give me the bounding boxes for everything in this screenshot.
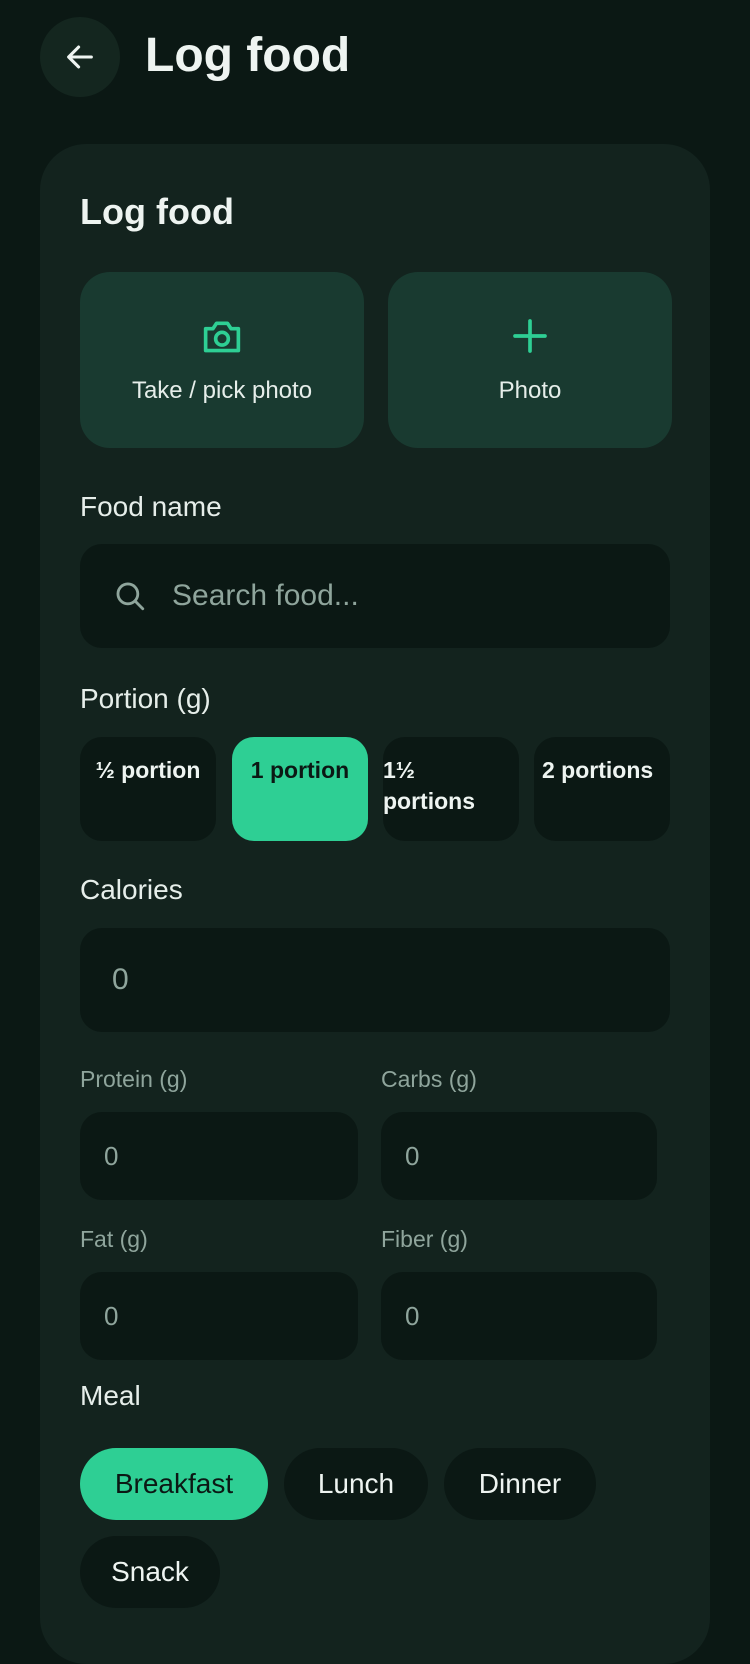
fat-field[interactable]: 0 (80, 1272, 358, 1360)
meal-snack-chip[interactable]: Snack (80, 1536, 220, 1608)
fiber-field[interactable]: 0 (381, 1272, 657, 1360)
arrow-left-icon (67, 45, 93, 69)
page-title: Log food (145, 29, 351, 82)
protein-value: 0 (104, 1140, 119, 1171)
fat-label: Fat (g) (80, 1226, 148, 1252)
food-name-label: Food name (80, 491, 222, 522)
add-photo-button[interactable]: Photo (388, 272, 672, 448)
back-button[interactable] (40, 17, 120, 97)
add-photo-label: Photo (498, 377, 562, 404)
portion-one-half-button[interactable]: 1½ portions (383, 737, 519, 841)
portion-two-button[interactable]: 2 portions (534, 737, 670, 841)
portion-half-button[interactable]: ½ portion (80, 737, 216, 841)
fat-value: 0 (104, 1300, 119, 1331)
carbs-label: Carbs (g) (381, 1066, 477, 1092)
log-food-card: Log food Take / pick photo Photo Food na… (40, 144, 710, 1664)
fiber-label: Fiber (g) (381, 1226, 468, 1252)
plus-icon (513, 319, 547, 353)
food-search-field[interactable] (80, 544, 670, 648)
top-bar: Log food (0, 0, 750, 120)
fiber-value: 0 (405, 1300, 420, 1331)
search-icon (116, 582, 145, 611)
meal-breakfast-chip[interactable]: Breakfast (80, 1448, 268, 1520)
portion-one-button[interactable]: 1 portion (232, 737, 368, 841)
take-photo-button[interactable]: Take / pick photo (80, 272, 364, 448)
protein-label: Protein (g) (80, 1066, 188, 1092)
carbs-field[interactable]: 0 (381, 1112, 657, 1200)
meal-label: Meal (80, 1380, 141, 1411)
portion-one-half-label: 1½ portions (383, 757, 475, 814)
calories-label: Calories (80, 874, 183, 905)
camera-icon (203, 321, 241, 353)
meal-dinner-chip[interactable]: Dinner (444, 1448, 596, 1520)
calories-field[interactable]: 0 (80, 928, 670, 1032)
take-photo-label: Take / pick photo (131, 377, 313, 404)
portion-label: Portion (g) (80, 683, 211, 714)
calories-value: 0 (112, 963, 129, 996)
card-title: Log food (80, 191, 234, 232)
meal-lunch-chip[interactable]: Lunch (284, 1448, 428, 1520)
search-input[interactable] (170, 578, 610, 614)
protein-field[interactable]: 0 (80, 1112, 358, 1200)
carbs-value: 0 (405, 1140, 420, 1171)
